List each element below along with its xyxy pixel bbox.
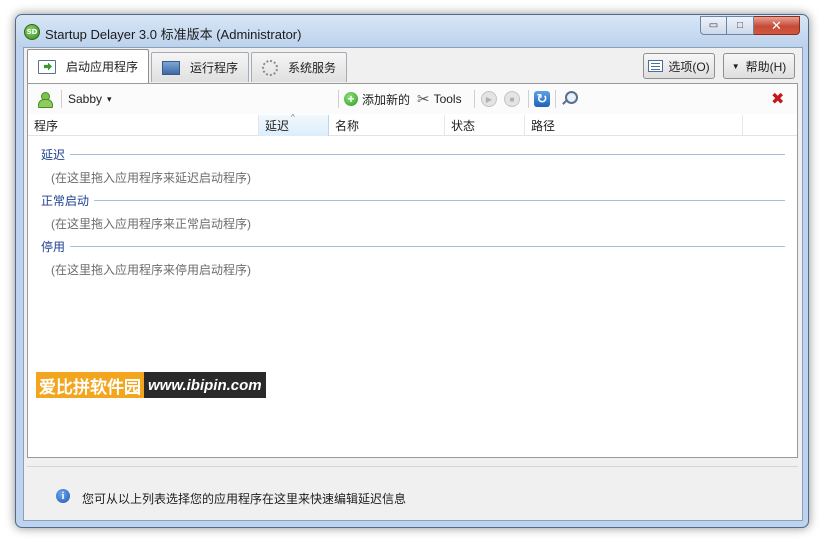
column-header-path[interactable]: 路径 — [525, 115, 743, 136]
minimize-button[interactable]: ▭ — [700, 16, 727, 35]
chevron-down-icon: ▾ — [107, 93, 112, 104]
refresh-icon: ↻ — [534, 91, 550, 107]
services-gear-icon — [262, 59, 278, 76]
group-drop-hint: (在这里拖入应用程序来延迟启动程序) — [51, 171, 251, 185]
stop-button[interactable]: ■ — [504, 90, 520, 108]
delete-button[interactable]: ✖ — [771, 90, 784, 108]
list-header: 程序 延迟 ^ 名称 状态 路径 — [28, 113, 797, 136]
add-new-button[interactable]: + 添加新的 — [344, 90, 410, 108]
group-title: 停用 — [41, 238, 71, 255]
toolbar-divider — [555, 90, 556, 108]
info-bar: i 您可从以上列表选择您的应用程序在这里来快速编辑延迟信息 — [27, 466, 798, 518]
group-title: 延迟 — [41, 146, 71, 163]
column-header-program[interactable]: 程序 — [28, 115, 259, 136]
toolbar: Sabby ▾ + 添加新的 ✂ Tools ▶ ■ ↻ ✖ — [28, 84, 797, 114]
column-header-delay[interactable]: 延迟 ^ — [259, 113, 329, 136]
close-button[interactable]: ✕ — [754, 16, 800, 35]
watermark-cn: 爱比拼软件园 — [36, 372, 144, 398]
play-icon: ▶ — [481, 91, 497, 107]
app-window: SD Startup Delayer 3.0 标准版本 (Administrat… — [15, 14, 809, 528]
delete-icon: ✖ — [771, 91, 785, 108]
help-label: 帮助(H) — [745, 59, 787, 74]
column-label: 路径 — [531, 119, 556, 133]
tab-running-programs[interactable]: 运行程序 — [151, 52, 249, 82]
profile-selector[interactable] — [37, 90, 53, 108]
search-icon — [561, 91, 578, 107]
add-icon: + — [344, 92, 358, 106]
options-label: 选项(O) — [668, 59, 710, 74]
window-title: Startup Delayer 3.0 标准版本 (Administrator) — [45, 27, 302, 42]
startup-panel: Sabby ▾ + 添加新的 ✂ Tools ▶ ■ ↻ ✖ 程序 延迟 ^ 名… — [27, 83, 798, 458]
chevron-down-icon: ▼ — [731, 61, 740, 71]
group-divider — [41, 246, 785, 247]
launch-button[interactable]: ▶ — [481, 90, 497, 108]
column-header-status[interactable]: 状态 — [445, 115, 525, 136]
options-icon — [648, 60, 664, 72]
startup-icon — [38, 59, 56, 74]
tab-label: 系统服务 — [288, 61, 337, 75]
options-button[interactable]: 选项(O) — [643, 53, 715, 79]
tools-label: Tools — [433, 92, 462, 106]
tab-label: 运行程序 — [190, 61, 239, 75]
group-title: 正常启动 — [41, 192, 95, 209]
info-text: 您可从以上列表选择您的应用程序在这里来快速编辑延迟信息 — [82, 492, 407, 506]
info-icon: i — [56, 489, 70, 503]
tab-system-services[interactable]: 系统服务 — [251, 52, 347, 82]
help-button[interactable]: ▼ 帮助(H) — [723, 53, 795, 79]
tools-button[interactable]: ✂ Tools — [417, 90, 462, 108]
maximize-button[interactable]: □ — [727, 16, 754, 35]
watermark: 爱比拼软件园 www.ibipin.com — [36, 372, 266, 398]
tab-label: 启动应用程序 — [66, 60, 139, 74]
watermark-url: www.ibipin.com — [144, 372, 266, 398]
group-divider — [41, 154, 785, 155]
column-label: 名称 — [335, 119, 360, 133]
column-label: 延迟 — [265, 119, 290, 133]
toolbar-divider — [474, 90, 475, 108]
app-logo-icon: SD — [24, 24, 40, 40]
sort-ascending-icon: ^ — [291, 113, 295, 122]
find-button[interactable] — [561, 90, 578, 108]
toolbar-divider — [61, 90, 62, 108]
toolbar-divider — [528, 90, 529, 108]
column-header-name[interactable]: 名称 — [329, 115, 445, 136]
group-drop-hint: (在这里拖入应用程序来停用启动程序) — [51, 263, 251, 277]
tab-startup-applications[interactable]: 启动应用程序 — [27, 49, 149, 83]
stop-icon: ■ — [504, 91, 520, 107]
group-divider — [41, 200, 785, 201]
title-bar[interactable]: SD Startup Delayer 3.0 标准版本 (Administrat… — [16, 15, 808, 47]
add-label: 添加新的 — [362, 92, 411, 107]
toolbar-divider — [338, 90, 339, 108]
client-area: 启动应用程序 运行程序 系统服务 选项(O) ▼ 帮助(H) Sabby ▾ +… — [23, 47, 803, 521]
window-controls: ▭ □ ✕ — [700, 16, 800, 35]
refresh-button[interactable]: ↻ — [534, 90, 550, 108]
user-icon — [37, 92, 53, 108]
tools-icon: ✂ — [417, 91, 430, 108]
tab-bar: 启动应用程序 运行程序 系统服务 选项(O) ▼ 帮助(H) — [24, 48, 802, 86]
running-programs-icon — [162, 60, 180, 75]
profile-dropdown[interactable]: Sabby ▾ — [68, 90, 112, 108]
profile-name: Sabby — [68, 92, 103, 106]
column-label: 状态 — [451, 119, 476, 133]
column-label: 程序 — [34, 119, 59, 133]
group-drop-hint: (在这里拖入应用程序来正常启动程序) — [51, 217, 251, 231]
